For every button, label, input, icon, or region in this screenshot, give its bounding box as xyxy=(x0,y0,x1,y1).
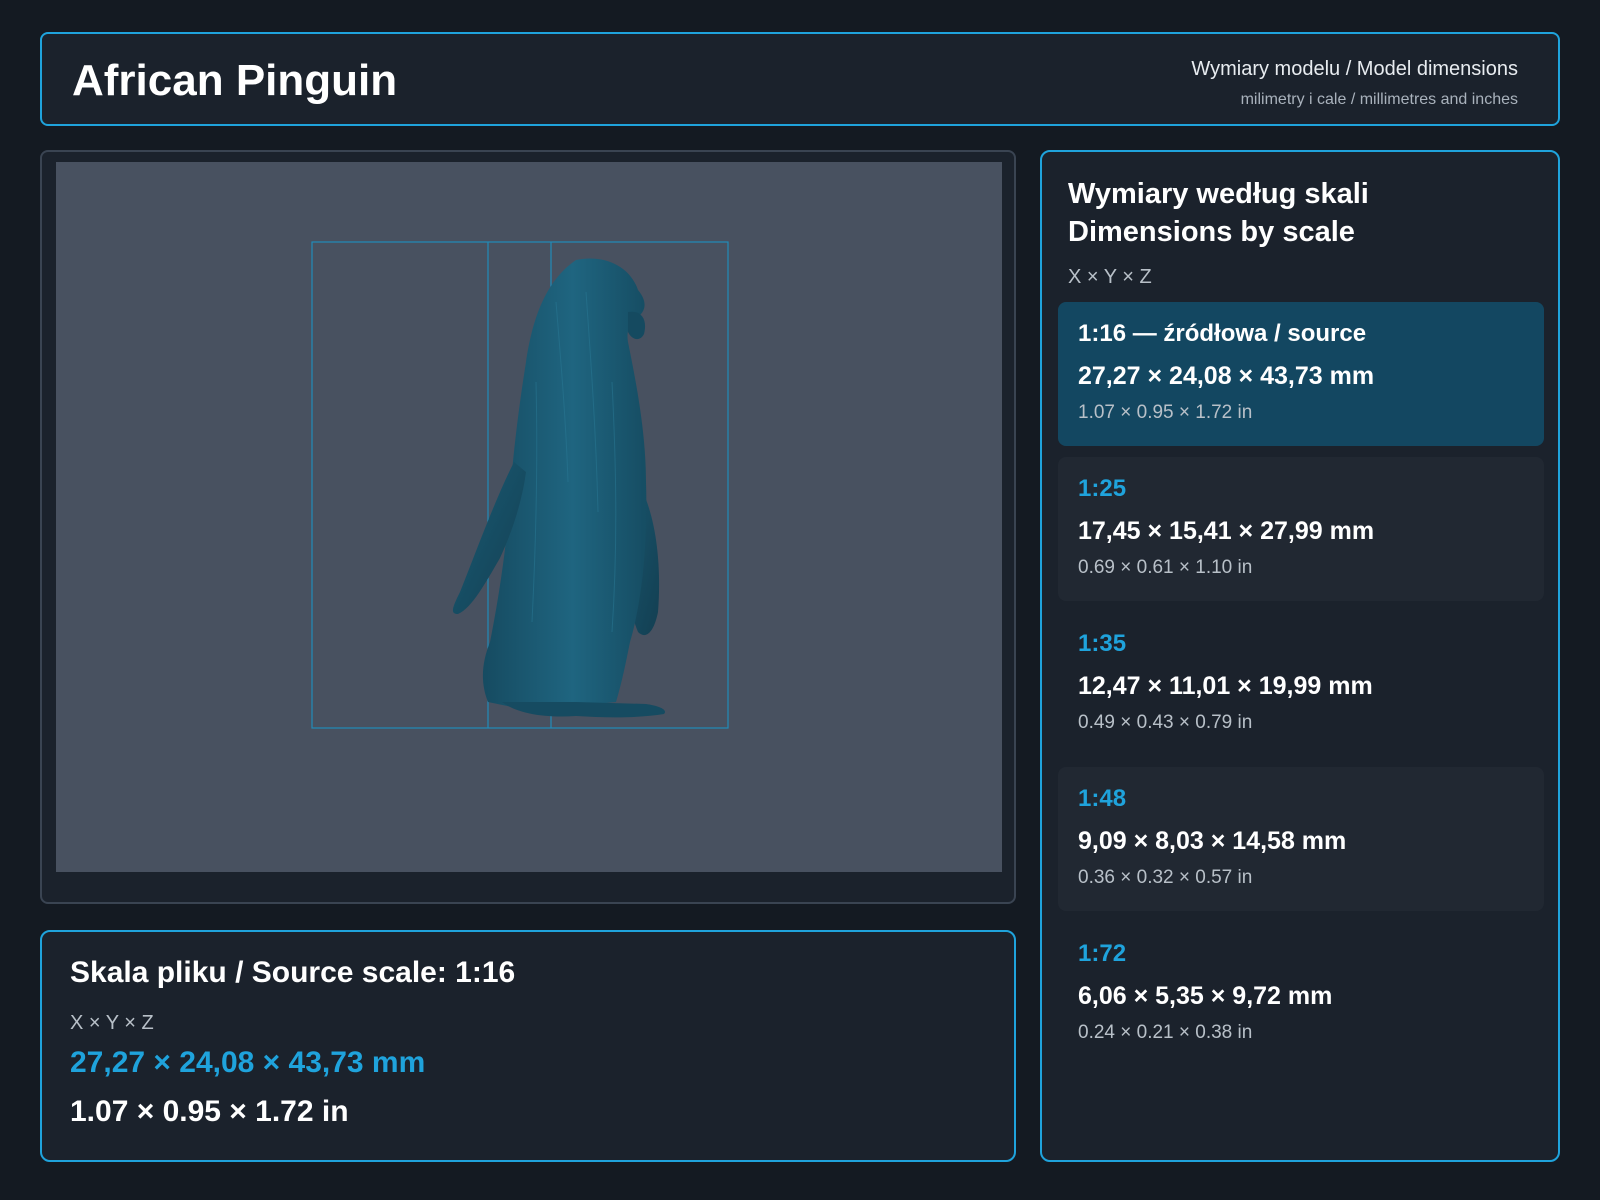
model-viewport[interactable] xyxy=(56,162,1002,872)
scale-label: 1:35 xyxy=(1078,630,1127,657)
source-dimensions-in: 1.07 × 0.95 × 1.72 in xyxy=(70,1095,349,1128)
scales-panel: Wymiary według skali Dimensions by scale… xyxy=(1040,150,1560,1162)
scale-card-1-25[interactable]: 1:25 17,45 × 15,41 × 27,99 mm 0.69 × 0.6… xyxy=(1058,457,1544,601)
scale-dimensions-mm: 9,09 × 8,03 × 14,58 mm xyxy=(1078,827,1347,855)
header-units-note: milimetry i cale / millimetres and inche… xyxy=(1240,91,1518,108)
scale-card-1-35[interactable]: 1:35 12,47 × 11,01 × 19,99 mm 0.49 × 0.4… xyxy=(1058,612,1544,756)
scale-card-1-16[interactable]: 1:16 — źródłowa / source 27,27 × 24,08 ×… xyxy=(1058,302,1544,446)
scale-dimensions-in: 0.69 × 0.61 × 1.10 in xyxy=(1078,557,1253,578)
scale-dimensions-in: 0.36 × 0.32 × 0.57 in xyxy=(1078,867,1253,888)
scale-dimensions-mm: 12,47 × 11,01 × 19,99 mm xyxy=(1078,672,1373,700)
source-dimensions-mm: 27,27 × 24,08 × 43,73 mm xyxy=(70,1046,426,1079)
scale-label: 1:48 xyxy=(1078,785,1127,812)
page-title: African Pinguin xyxy=(72,56,398,105)
source-axes-label: X × Y × Z xyxy=(70,1012,154,1034)
scale-dimensions-mm: 27,27 × 24,08 × 43,73 mm xyxy=(1078,362,1375,390)
scale-label: 1:25 xyxy=(1078,475,1127,502)
header-bar: African Pinguin Wymiary modelu / Model d… xyxy=(40,32,1560,126)
scale-card-1-48[interactable]: 1:48 9,09 × 8,03 × 14,58 mm 0.36 × 0.32 … xyxy=(1058,767,1544,911)
scale-dimensions-mm: 6,06 × 5,35 × 9,72 mm xyxy=(1078,982,1333,1010)
scale-dimensions-mm: 17,45 × 15,41 × 27,99 mm xyxy=(1078,517,1375,545)
model-viewer xyxy=(40,150,1016,904)
source-scale-title: Skala pliku / Source scale: 1:16 xyxy=(70,956,516,989)
scale-label: 1:72 xyxy=(1078,940,1127,967)
source-scale-panel: Skala pliku / Source scale: 1:16 X × Y ×… xyxy=(40,930,1016,1162)
penguin-shape xyxy=(452,258,666,718)
penguin-model-render xyxy=(311,241,729,729)
scales-title-en: Dimensions by scale xyxy=(1068,216,1355,248)
scale-label: 1:16 — źródłowa / source xyxy=(1078,320,1367,347)
scales-title-pl: Wymiary według skali xyxy=(1068,178,1369,210)
header-subtitle: Wymiary modelu / Model dimensions xyxy=(1191,58,1518,80)
scale-dimensions-in: 0.24 × 0.21 × 0.38 in xyxy=(1078,1022,1253,1043)
scale-dimensions-in: 0.49 × 0.43 × 0.79 in xyxy=(1078,712,1253,733)
header-info: Wymiary modelu / Model dimensions milime… xyxy=(1191,58,1518,109)
scale-dimensions-in: 1.07 × 0.95 × 1.72 in xyxy=(1078,402,1253,423)
scales-axes-label: X × Y × Z xyxy=(1068,266,1152,288)
scale-card-1-72[interactable]: 1:72 6,06 × 5,35 × 9,72 mm 0.24 × 0.21 ×… xyxy=(1058,922,1544,1066)
